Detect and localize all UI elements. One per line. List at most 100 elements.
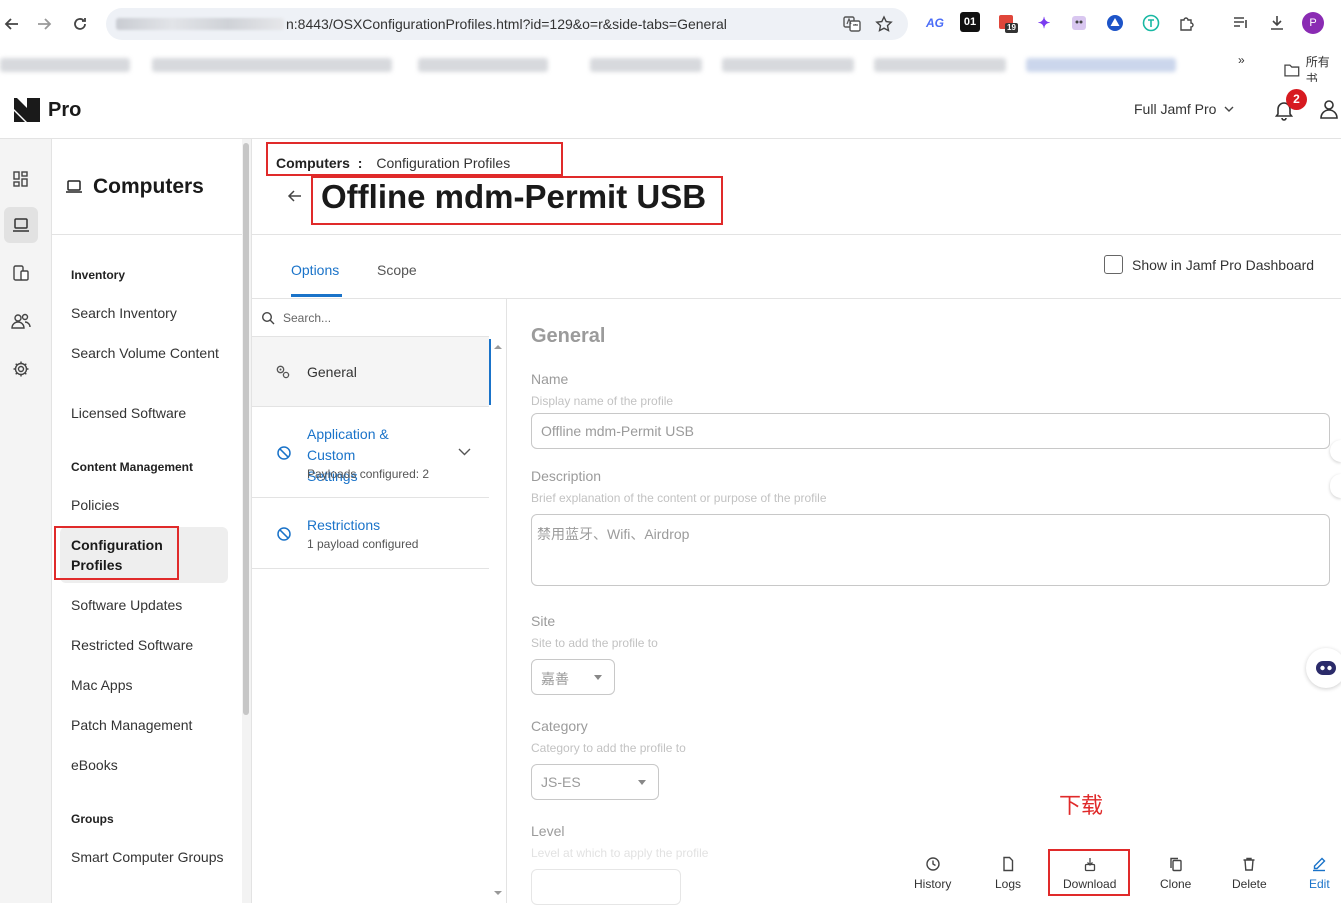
level-select[interactable] [531, 869, 681, 905]
nav-item-software-updates[interactable]: Software Updates [71, 595, 231, 615]
calendar-badge: 19 [1007, 23, 1016, 32]
description-field[interactable]: 禁用蓝牙、Wifi、Airdrop [531, 514, 1330, 586]
category-label: Category [531, 718, 588, 734]
download-tray-icon[interactable] [1266, 12, 1288, 34]
bookmark-star-icon[interactable] [874, 14, 894, 34]
name-field[interactable]: Offline mdm-Permit USB [531, 413, 1330, 449]
level-label: Level [531, 823, 565, 839]
edit-button[interactable]: Edit [1309, 856, 1330, 891]
mobile-devices-icon [13, 265, 29, 281]
nav-heading-content-management: Content Management [71, 460, 194, 474]
rail-devices[interactable] [4, 255, 38, 291]
environment-label: Full Jamf Pro [1134, 101, 1217, 117]
payload-scrollbar[interactable] [489, 337, 507, 903]
edit-label: Edit [1309, 877, 1330, 891]
description-help: Brief explanation of the content or purp… [531, 491, 827, 505]
environment-select[interactable]: Full Jamf Pro [1134, 101, 1234, 117]
extensions-puzzle-icon[interactable] [1176, 12, 1198, 34]
gear-icon [13, 361, 29, 377]
dashboard-checkbox[interactable] [1104, 255, 1123, 274]
caret-down-icon [594, 675, 602, 680]
history-clock-icon [925, 857, 940, 871]
payload-label: General [307, 364, 357, 380]
reading-list-icon[interactable] [1230, 12, 1252, 34]
url-text: n:8443/OSXConfigurationProfiles.html?id=… [286, 16, 727, 32]
category-value: JS-ES [541, 774, 581, 790]
nav-item-patch-management[interactable]: Patch Management [71, 715, 231, 735]
back-arrow-icon[interactable] [286, 187, 304, 205]
nav-item-mac-apps[interactable]: Mac Apps [71, 675, 231, 695]
extension-triangle-icon[interactable] [1104, 12, 1126, 34]
category-select[interactable]: JS-ES [531, 764, 659, 800]
logs-label: Logs [995, 877, 1022, 891]
tab-options[interactable]: Options [291, 262, 339, 278]
redacted-bookmark [152, 58, 392, 72]
nav-item-search-volume-content[interactable]: Search Volume Content [71, 343, 231, 363]
annotation-download-text: 下载 [1059, 793, 1104, 818]
clone-label: Clone [1160, 877, 1192, 891]
rail-computers[interactable] [4, 207, 38, 243]
address-bar[interactable]: n:8443/OSXConfigurationProfiles.html?id=… [106, 8, 908, 40]
payload-item-general[interactable]: General [252, 337, 491, 407]
laptop-icon [13, 218, 29, 232]
rail-dashboard[interactable] [4, 161, 38, 197]
extension-calendar-icon[interactable]: 19 [997, 12, 1019, 34]
nav-item-ebooks[interactable]: eBooks [71, 755, 231, 775]
payload-count: 1 payload configured [307, 537, 419, 551]
nav-scrollbar-thumb[interactable] [243, 143, 249, 715]
payload-search-placeholder: Search... [283, 310, 332, 325]
extension-ag-icon[interactable]: AG [924, 12, 946, 34]
reload-icon[interactable] [68, 12, 92, 36]
delete-button[interactable]: Delete [1232, 856, 1267, 891]
nav-item-smart-computer-groups[interactable]: Smart Computer Groups [71, 847, 231, 867]
history-label: History [914, 877, 952, 891]
payload-list: Search... General Application & Custom S… [252, 299, 507, 903]
general-form: General Name Display name of the profile… [507, 299, 1341, 905]
payload-search-input[interactable]: Search... [252, 299, 489, 337]
users-icon [11, 313, 31, 329]
nav-item-policies[interactable]: Policies [71, 495, 231, 515]
bookmarks-overflow-icon[interactable]: » [1238, 53, 1245, 67]
logo-text: Pro [48, 99, 82, 121]
payload-item-restrictions[interactable]: Restrictions 1 payload configured [252, 498, 489, 569]
nav-item-restricted-software[interactable]: Restricted Software [71, 635, 231, 655]
extension-monster-icon[interactable] [1068, 12, 1090, 34]
description-label: Description [531, 468, 602, 484]
payload-label: Restrictions [307, 517, 381, 533]
user-account-icon[interactable] [1318, 98, 1340, 120]
nav-item-licensed-software[interactable]: Licensed Software [71, 403, 231, 423]
chevron-down-icon [1224, 106, 1234, 112]
highlight-config-profiles [54, 526, 179, 580]
show-in-dashboard-toggle[interactable]: Show in Jamf Pro Dashboard [1104, 255, 1314, 274]
nav-heading-inventory: Inventory [71, 268, 126, 282]
translate-icon[interactable] [842, 14, 862, 34]
clone-button[interactable]: Clone [1160, 856, 1191, 891]
form-heading: General [531, 325, 606, 347]
extension-01-icon[interactable]: 01 [960, 12, 980, 32]
back-icon[interactable] [0, 12, 24, 36]
redacted-bookmark [590, 58, 702, 72]
rail-settings[interactable] [4, 351, 38, 387]
site-select[interactable]: 嘉善 [531, 659, 615, 695]
level-help: Level at which to apply the profile [531, 846, 709, 860]
history-button[interactable]: History [914, 856, 951, 891]
extension-t-icon[interactable] [1140, 12, 1162, 34]
notification-count-badge: 2 [1286, 89, 1307, 110]
extension-sparkle-icon[interactable]: ✦ [1033, 12, 1055, 34]
assistant-bot-icon[interactable] [1306, 648, 1341, 688]
nav-item-search-inventory[interactable]: Search Inventory [71, 303, 231, 323]
payload-item-app-custom-settings[interactable]: Application & Custom Settings Payloads c… [252, 407, 489, 498]
profile-avatar-icon[interactable]: P [1302, 12, 1324, 34]
delete-label: Delete [1232, 877, 1267, 891]
logs-button[interactable]: Logs [995, 856, 1021, 891]
tab-scope[interactable]: Scope [377, 262, 417, 278]
chevron-down-icon[interactable] [458, 448, 471, 456]
divider [52, 234, 242, 235]
nav-title-text: Computers [93, 175, 204, 198]
laptop-icon [66, 180, 82, 193]
forward-icon[interactable] [32, 12, 56, 36]
bookmarks-bar [0, 48, 1341, 78]
nav-heading-groups: Groups [71, 812, 114, 826]
rail-users[interactable] [4, 303, 38, 339]
site-help: Site to add the profile to [531, 636, 658, 650]
